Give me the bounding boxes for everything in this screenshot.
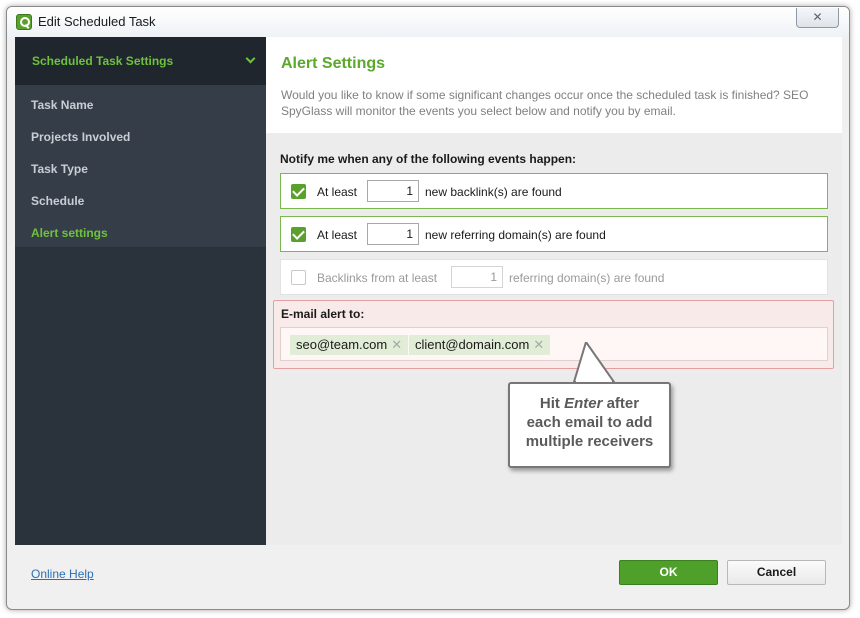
notify-label: Notify me when any of the following even…	[280, 152, 577, 166]
event-row-new-referring-domains: At least 1 new referring domain(s) are f…	[280, 216, 828, 252]
close-icon: ✕	[812, 10, 823, 24]
page-description: Would you like to know if some significa…	[281, 88, 809, 118]
sidebar: Scheduled Task Settings Task Name Projec…	[15, 37, 266, 545]
sidebar-nav: Task Name Projects Involved Task Type Sc…	[15, 85, 266, 247]
backlinks-from-domains-checkbox[interactable]	[291, 270, 306, 285]
email-chip-label: seo@team.com	[296, 337, 388, 352]
close-button[interactable]: ✕	[796, 8, 839, 28]
event-row-backlinks-from-domains: Backlinks from at least 1 referring doma…	[280, 259, 828, 295]
sidebar-header-label: Scheduled Task Settings	[32, 54, 174, 68]
email-alert-section: E-mail alert to: seo@team.com ✕ client@do…	[273, 300, 834, 369]
new-referring-domains-checkbox[interactable]	[291, 227, 306, 242]
callout-pointer	[572, 342, 616, 386]
sidebar-item-alert-settings[interactable]: Alert settings	[31, 226, 108, 240]
content-header: Alert Settings Would you like to know if…	[266, 37, 842, 133]
window-title: Edit Scheduled Task	[38, 14, 156, 29]
page-title: Alert Settings	[281, 55, 386, 72]
online-help-link[interactable]: Online Help	[31, 567, 94, 581]
main-content: Alert Settings Would you like to know if…	[266, 37, 842, 545]
sidebar-item-projects-involved[interactable]: Projects Involved	[31, 130, 130, 144]
event-suffix-label: referring domain(s) are found	[509, 271, 665, 285]
event-prefix-label: Backlinks from at least	[317, 271, 438, 285]
enter-hint-callout: Hit Enter after each email to add multip…	[508, 382, 671, 468]
app-logo-icon	[16, 14, 32, 30]
callout-line-2: each email to add	[526, 414, 653, 431]
remove-email-icon[interactable]: ✕	[533, 337, 544, 352]
event-suffix-label: new referring domain(s) are found	[425, 228, 606, 242]
backlinks-from-domains-count-input[interactable]: 1	[451, 266, 503, 288]
dialog-footer: Online Help OK Cancel	[15, 545, 842, 603]
email-chip[interactable]: client@domain.com ✕	[409, 335, 551, 355]
chevron-down-icon	[245, 53, 256, 64]
event-prefix-label: At least	[317, 228, 358, 242]
new-backlinks-count-input[interactable]: 1	[367, 180, 419, 202]
event-row-new-backlinks: At least 1 new backlink(s) are found	[280, 173, 828, 209]
new-backlinks-checkbox[interactable]	[291, 184, 306, 199]
edit-scheduled-task-dialog: Edit Scheduled Task ✕ Scheduled Task Set…	[6, 6, 850, 610]
email-chip-label: client@domain.com	[415, 337, 530, 352]
callout-line-1: Hit Enter after	[539, 395, 640, 412]
sidebar-header[interactable]: Scheduled Task Settings	[15, 37, 266, 85]
cancel-button[interactable]: Cancel	[727, 560, 826, 585]
ok-button[interactable]: OK	[619, 560, 718, 585]
event-prefix-label: At least	[317, 185, 358, 199]
email-chip[interactable]: seo@team.com ✕	[290, 335, 409, 355]
sidebar-item-schedule[interactable]: Schedule	[31, 194, 84, 208]
title-bar: Edit Scheduled Task ✕	[7, 7, 849, 37]
callout-line-3: multiple receivers	[525, 433, 654, 450]
new-referring-domains-count-input[interactable]: 1	[367, 223, 419, 245]
remove-email-icon[interactable]: ✕	[391, 337, 402, 352]
event-suffix-label: new backlink(s) are found	[425, 185, 562, 199]
email-alert-label: E-mail alert to:	[281, 307, 365, 321]
email-recipients-input[interactable]: seo@team.com ✕ client@domain.com ✕	[280, 327, 828, 361]
sidebar-item-task-name[interactable]: Task Name	[31, 98, 93, 112]
sidebar-item-task-type[interactable]: Task Type	[31, 162, 88, 176]
